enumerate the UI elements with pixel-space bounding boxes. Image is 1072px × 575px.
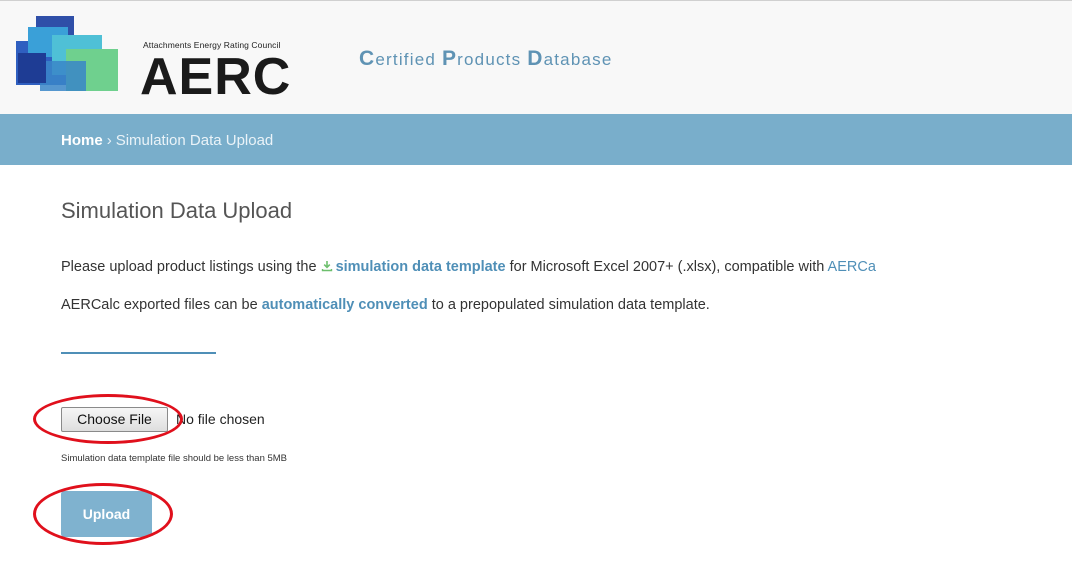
no-file-chosen-label: No file chosen [176,411,265,427]
aerc-logo[interactable]: Attachments Energy Rating Council AERC [10,13,320,108]
conversion-paragraph: AERCalc exported files can be automatica… [61,297,710,313]
logo-wordmark: AERC [140,48,292,106]
breadcrumb-bar: Home › Simulation Data Upload [0,114,1072,165]
page-title: Simulation Data Upload [61,198,293,223]
automatic-conversion-link[interactable]: automatically converted [262,297,428,313]
section-divider [61,352,216,354]
site-header: Attachments Energy Rating Council AERC C… [0,1,1072,114]
breadcrumb-home-link[interactable]: Home [61,132,103,149]
aerc-logo-icon [16,16,118,91]
upload-button[interactable]: Upload [61,491,152,537]
database-title: Certified Products Database [359,47,613,70]
file-size-hint: Simulation data template file should be … [61,453,288,464]
choose-file-button[interactable]: Choose File [61,407,168,432]
instructions-paragraph: Please upload product listings using the… [61,259,876,275]
template-download-link[interactable]: simulation data template [321,259,506,275]
aercalc-link[interactable]: AERCa [828,259,876,275]
breadcrumb-current: Simulation Data Upload [115,132,274,149]
breadcrumb: Home › Simulation Data Upload [61,132,273,149]
breadcrumb-separator: › [106,132,112,149]
download-icon [321,261,332,272]
